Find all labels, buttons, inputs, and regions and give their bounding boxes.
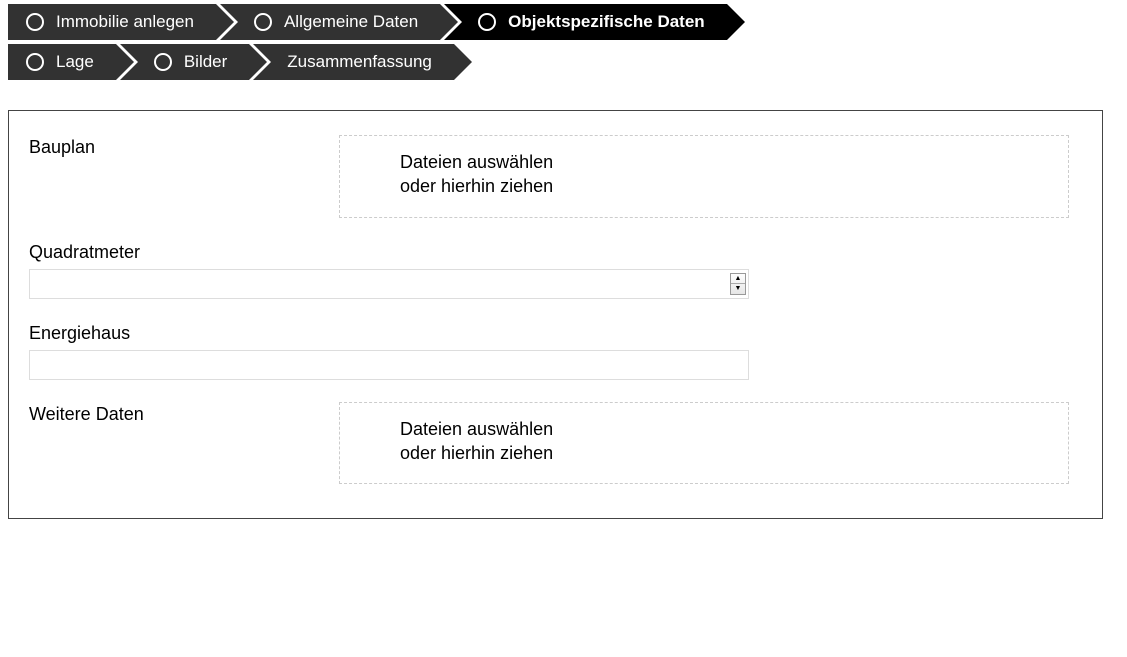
wizard-nav: Immobilie anlegen Allgemeine Daten Objek… [8,4,1119,80]
dropzone-bauplan[interactable]: Dateien auswählen oder hierhin ziehen [339,135,1069,218]
wizard-step-bilder[interactable]: Bilder [120,44,249,80]
wizard-step-label: Lage [56,52,94,72]
wizard-step-allgemeine[interactable]: Allgemeine Daten [220,4,440,40]
input-energiehaus[interactable] [29,350,749,380]
wizard-step-immobilie[interactable]: Immobilie anlegen [8,4,216,40]
dropzone-line2: oder hierhin ziehen [400,443,553,463]
circle-icon [26,53,44,71]
dropzone-line1: Dateien auswählen [400,152,553,172]
label-weitere-daten: Weitere Daten [29,402,339,425]
circle-icon [254,13,272,31]
spinner-down-icon[interactable]: ▼ [731,284,745,294]
wizard-step-lage[interactable]: Lage [8,44,116,80]
label-bauplan: Bauplan [29,135,339,158]
field-quadratmeter: Quadratmeter ▲ ▼ [29,240,1082,299]
wizard-step-objektspezifisch[interactable]: Objektspezifische Daten [444,4,727,40]
spinner-up-icon[interactable]: ▲ [731,274,745,284]
field-bauplan: Bauplan Dateien auswählen oder hierhin z… [29,135,1082,218]
field-weitere-daten: Weitere Daten Dateien auswählen oder hie… [29,402,1082,485]
wizard-step-label: Zusammenfassung [287,52,432,72]
circle-icon [26,13,44,31]
wizard-step-label: Objektspezifische Daten [508,12,705,32]
wizard-step-zusammenfassung[interactable]: Zusammenfassung [253,44,454,80]
input-quadratmeter[interactable] [29,269,749,299]
dropzone-line2: oder hierhin ziehen [400,176,553,196]
circle-icon [478,13,496,31]
number-spinner[interactable]: ▲ ▼ [730,273,746,295]
label-quadratmeter: Quadratmeter [29,240,1082,263]
dropzone-line1: Dateien auswählen [400,419,553,439]
form-panel: Bauplan Dateien auswählen oder hierhin z… [8,110,1103,519]
circle-icon [154,53,172,71]
wizard-step-label: Immobilie anlegen [56,12,194,32]
wizard-step-label: Allgemeine Daten [284,12,418,32]
label-energiehaus: Energiehaus [29,321,1082,344]
dropzone-weitere-daten[interactable]: Dateien auswählen oder hierhin ziehen [339,402,1069,485]
wizard-step-label: Bilder [184,52,227,72]
field-energiehaus: Energiehaus [29,321,1082,380]
